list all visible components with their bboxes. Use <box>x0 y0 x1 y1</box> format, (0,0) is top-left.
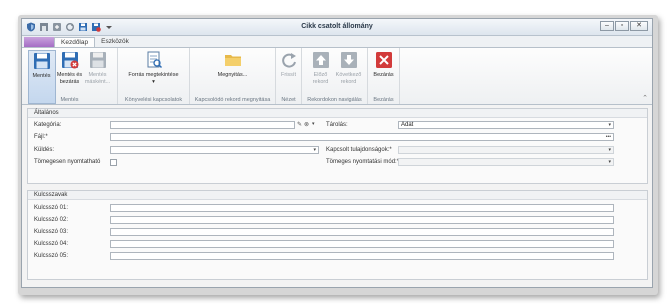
window-title: Cikk csatolt állomány <box>301 23 373 30</box>
keyword-05-input[interactable] <box>110 252 614 260</box>
close-icon <box>374 50 394 70</box>
keyword-04-input[interactable] <box>110 240 614 248</box>
group-label-save: Mentés <box>60 97 79 103</box>
quick-access-toolbar <box>22 22 114 33</box>
app-window: Cikk csatolt állomány – ▫ ✕ Kezdőlap Esz… <box>21 18 653 288</box>
keyword-02-input[interactable] <box>110 216 614 224</box>
save-button[interactable]: Mentés <box>27 50 56 104</box>
refresh-icon <box>279 50 299 70</box>
group-label-linked: Kapcsolódó rekord megnyitása <box>194 97 271 103</box>
ribbon-group-view: Frissít Nézet <box>276 48 302 104</box>
bulk-print-checkbox[interactable] <box>110 159 117 166</box>
maximize-button[interactable]: ▫ <box>615 21 629 31</box>
ribbon-group-navigation: Előző rekord Következő rekord Rekordokon… <box>302 48 368 104</box>
group-label-close: Bezárás <box>373 97 394 103</box>
next-record-label: Következő rekord <box>335 72 362 85</box>
keyword-01-label: Kulcsszó 01: <box>34 205 69 211</box>
general-panel: Általános Kategória: ✎ ⊗ ▾ Tárolás: Adat… <box>27 108 648 184</box>
title-bar: Cikk csatolt állomány – ▫ ✕ <box>22 19 652 36</box>
storage-value: Adat <box>401 122 414 128</box>
clear-icon[interactable]: ⊗ <box>304 121 309 128</box>
save-label: Mentés <box>32 73 51 79</box>
save-as-icon <box>88 50 108 70</box>
storage-select[interactable]: Adat ▾ <box>398 121 614 129</box>
ribbon-group-close: Bezárás Bezárás <box>368 48 400 104</box>
edit-pencil-icon[interactable]: ✎ <box>297 121 302 128</box>
category-input[interactable] <box>110 121 295 129</box>
close-button[interactable]: Bezárás <box>370 50 398 104</box>
save-small-icon[interactable] <box>77 22 88 33</box>
save-close-label: Mentés és bezárás <box>56 72 83 85</box>
close-window-button[interactable]: ✕ <box>630 21 648 31</box>
ribbon-collapse-icon[interactable]: ⌃ <box>642 94 648 102</box>
category-label: Kategória: <box>34 122 62 128</box>
bulk-print-label: Tömegesen nyomtatható <box>34 159 101 165</box>
save-close-small-icon[interactable] <box>90 22 101 33</box>
file-tab[interactable] <box>24 37 54 47</box>
keyword-03-label: Kulcsszó 03: <box>34 229 69 235</box>
bulk-print-mode-dropdown-icon: ▾ <box>608 159 611 165</box>
refresh-button[interactable]: Frissít <box>277 50 301 104</box>
tab-tools[interactable]: Eszközök <box>95 37 135 47</box>
close-label: Bezárás <box>373 72 394 78</box>
previous-record-button[interactable]: Előző rekord <box>307 50 335 104</box>
folder-icon <box>223 50 243 70</box>
next-record-button[interactable]: Következő rekord <box>335 50 363 104</box>
arrow-down-icon <box>339 50 359 70</box>
source-view-button[interactable]: Forrás megtekintése ▾ <box>124 50 184 104</box>
tab-home[interactable]: Kezdőlap <box>54 37 96 47</box>
bulk-print-mode-select[interactable]: ▾ <box>398 158 614 166</box>
group-label-navigation: Rekordokon navigálás <box>307 97 362 103</box>
group-label-accounting: Könyvelési kapcsolatok <box>124 97 183 103</box>
file-input[interactable]: ••• <box>110 133 614 141</box>
open-button[interactable]: Megnyitás... <box>203 50 263 104</box>
keywords-panel: Kulcsszavak Kulcsszó 01: Kulcsszó 02: Ku… <box>27 190 648 280</box>
arrow-up-icon <box>311 50 331 70</box>
save-as-button[interactable]: Mentés másként... <box>84 50 112 104</box>
send-label: Küldés: <box>34 147 55 153</box>
window-controls: – ▫ ✕ <box>600 21 648 31</box>
linked-props-dropdown-icon: ▾ <box>608 147 611 153</box>
ribbon-tabs: Kezdőlap Eszközök <box>22 36 652 47</box>
open-label: Megnyitás... <box>217 72 248 78</box>
group-label-view: Nézet <box>281 97 296 103</box>
category-dropdown-icon[interactable]: ▾ <box>312 121 315 127</box>
keyword-05-label: Kulcsszó 05: <box>34 253 69 259</box>
ribbon-group-accounting: Forrás megtekintése ▾ Könyvelési kapcsol… <box>118 48 190 104</box>
pin-icon[interactable] <box>51 22 62 33</box>
keyword-01-input[interactable] <box>110 204 614 212</box>
source-view-caret-icon: ▾ <box>152 78 155 85</box>
refresh-label: Frissít <box>281 72 296 78</box>
app-shield-icon <box>25 22 36 33</box>
storage-label: Tárolás: <box>326 122 348 128</box>
ribbon-group-save: Mentés Mentés és bezárás Mentés másként.… <box>22 48 118 104</box>
qat-dropdown-icon[interactable] <box>103 22 114 33</box>
send-dropdown-icon: ▾ <box>313 147 316 153</box>
form-content: Általános Kategória: ✎ ⊗ ▾ Tárolás: Adat… <box>27 108 648 287</box>
keyword-03-input[interactable] <box>110 228 614 236</box>
ribbon: Mentés Mentés és bezárás Mentés másként.… <box>22 47 652 105</box>
file-browse-icon: ••• <box>605 134 611 140</box>
save-as-label: Mentés másként... <box>84 72 111 85</box>
previous-record-label: Előző rekord <box>312 72 329 85</box>
linked-props-label: Kapcsolt tulajdonságok:* <box>326 147 392 153</box>
save-icon <box>32 51 52 71</box>
keywords-header: Kulcsszavak <box>28 191 647 200</box>
minimize-button[interactable]: – <box>600 21 614 31</box>
general-header: Általános <box>28 109 647 118</box>
bulk-print-mode-label: Tömeges nyomtatási mód:* <box>326 159 400 165</box>
refresh-small-icon[interactable] <box>64 22 75 33</box>
send-select[interactable]: ▾ <box>110 146 319 154</box>
save-close-button[interactable]: Mentés és bezárás <box>56 50 84 104</box>
keyword-04-label: Kulcsszó 04: <box>34 241 69 247</box>
home-icon[interactable] <box>38 22 49 33</box>
save-close-icon <box>60 50 80 70</box>
keyword-02-label: Kulcsszó 02: <box>34 217 69 223</box>
file-label: Fájl:* <box>34 134 48 140</box>
linked-props-select[interactable]: ▾ <box>398 146 614 154</box>
storage-dropdown-icon: ▾ <box>608 122 611 128</box>
ribbon-group-linked: Megnyitás... Kapcsolódó rekord megnyitás… <box>190 48 276 104</box>
source-document-icon <box>144 50 164 70</box>
